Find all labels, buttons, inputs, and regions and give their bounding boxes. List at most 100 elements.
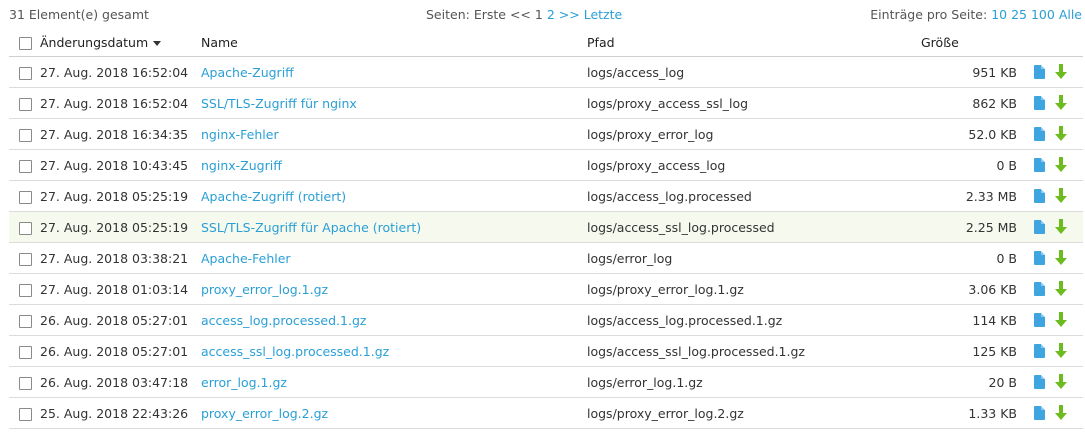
- row-checkbox[interactable]: [19, 128, 32, 142]
- row-checkbox[interactable]: [19, 66, 32, 80]
- row-size: 2.33 MB: [921, 180, 1030, 212]
- file-icon[interactable]: [1034, 406, 1045, 421]
- row-date: 25. Aug. 2018 22:43:26: [40, 397, 201, 429]
- file-icon[interactable]: [1034, 127, 1045, 142]
- log-files-table: Änderungsdatum Name Pfad Größe 27. Aug. …: [9, 29, 1083, 429]
- table-header-row: Änderungsdatum Name Pfad Größe: [9, 29, 1083, 57]
- row-name-link[interactable]: Apache-Zugriff: [201, 65, 294, 80]
- row-size: 862 KB: [921, 87, 1030, 119]
- download-arrow-icon[interactable]: [1055, 250, 1067, 266]
- row-size: 125 KB: [921, 335, 1030, 367]
- row-path: logs/proxy_error_log.2.gz: [587, 397, 921, 429]
- row-name-link[interactable]: nginx-Fehler: [201, 127, 279, 142]
- download-arrow-icon[interactable]: [1055, 157, 1067, 173]
- download-arrow-icon[interactable]: [1055, 405, 1067, 421]
- row-date: 27. Aug. 2018 01:03:14: [40, 273, 201, 305]
- download-arrow-icon[interactable]: [1055, 281, 1067, 297]
- row-checkbox[interactable]: [19, 345, 32, 359]
- row-date: 27. Aug. 2018 03:38:21: [40, 242, 201, 274]
- file-icon[interactable]: [1034, 158, 1045, 173]
- row-checkbox[interactable]: [19, 252, 32, 266]
- row-date: 27. Aug. 2018 05:25:19: [40, 211, 201, 243]
- row-path: logs/proxy_error_log.1.gz: [587, 273, 921, 305]
- pagination-label: Seiten:: [426, 7, 470, 22]
- download-arrow-icon[interactable]: [1055, 374, 1067, 390]
- table-row: 27. Aug. 2018 10:43:45 nginx-Zugriff logs/…: [9, 149, 1083, 181]
- row-size: 0 B: [921, 149, 1030, 181]
- column-header-name[interactable]: Name: [201, 29, 587, 57]
- file-icon[interactable]: [1034, 65, 1045, 80]
- column-header-date[interactable]: Änderungsdatum: [40, 29, 201, 57]
- row-name-link[interactable]: proxy_error_log.2.gz: [201, 406, 328, 421]
- row-checkbox[interactable]: [19, 376, 32, 390]
- row-name-link[interactable]: nginx-Zugriff: [201, 158, 282, 173]
- page-2-link[interactable]: 2: [547, 7, 555, 22]
- select-all-checkbox[interactable]: [19, 37, 32, 50]
- file-icon[interactable]: [1034, 96, 1045, 111]
- list-toolbar: 31 Element(e) gesamt Seiten: Erste << 1 …: [0, 0, 1085, 28]
- row-name-link[interactable]: access_log.processed.1.gz: [201, 313, 366, 328]
- page-next-link[interactable]: >>: [559, 7, 580, 22]
- row-size: 2.25 MB: [921, 211, 1030, 243]
- row-date: 27. Aug. 2018 16:34:35: [40, 118, 201, 150]
- row-checkbox[interactable]: [19, 314, 32, 328]
- page-prev: <<: [509, 7, 531, 22]
- row-name-link[interactable]: Apache-Zugriff (rotiert): [201, 189, 346, 204]
- row-name-link[interactable]: proxy_error_log.1.gz: [201, 282, 328, 297]
- download-arrow-icon[interactable]: [1055, 219, 1067, 235]
- row-checkbox[interactable]: [19, 159, 32, 173]
- row-date: 27. Aug. 2018 16:52:04: [40, 87, 201, 119]
- row-name-link[interactable]: Apache-Fehler: [201, 251, 291, 266]
- table-row: 27. Aug. 2018 16:34:35 nginx-Fehler logs/p…: [9, 118, 1083, 150]
- file-icon[interactable]: [1034, 313, 1045, 328]
- sort-desc-icon: [153, 41, 162, 46]
- row-checkbox[interactable]: [19, 97, 32, 111]
- download-arrow-icon[interactable]: [1055, 188, 1067, 204]
- table-row: 27. Aug. 2018 03:38:21 Apache-Fehler logs/…: [9, 242, 1083, 274]
- file-icon[interactable]: [1034, 282, 1045, 297]
- file-icon[interactable]: [1034, 375, 1045, 390]
- row-size: 20 B: [921, 366, 1030, 398]
- download-arrow-icon[interactable]: [1055, 95, 1067, 111]
- entries-per-page: Einträge pro Seite: 10 25 100 Alle: [870, 7, 1082, 22]
- file-icon[interactable]: [1034, 251, 1045, 266]
- row-size: 1.33 KB: [921, 397, 1030, 429]
- row-path: logs/proxy_access_ssl_log: [587, 87, 921, 119]
- column-header-size[interactable]: Größe: [921, 29, 1030, 57]
- per-page-all[interactable]: Alle: [1059, 7, 1082, 22]
- row-name-link[interactable]: error_log.1.gz: [201, 375, 287, 390]
- table-row: 27. Aug. 2018 16:52:04 Apache-Zugriff logs…: [9, 56, 1083, 88]
- table-row: 25. Aug. 2018 22:43:26 proxy_error_log.2.…: [9, 397, 1083, 429]
- item-count: 31 Element(e) gesamt: [9, 7, 149, 22]
- per-page-10[interactable]: 10: [991, 7, 1007, 22]
- page-last-link[interactable]: Letzte: [584, 7, 623, 22]
- row-date: 26. Aug. 2018 05:27:01: [40, 335, 201, 367]
- pagination: Seiten: Erste << 1 2 >> Letzte: [426, 7, 622, 22]
- row-checkbox[interactable]: [19, 283, 32, 297]
- file-icon[interactable]: [1034, 220, 1045, 235]
- row-date: 26. Aug. 2018 03:47:18: [40, 366, 201, 398]
- row-checkbox[interactable]: [19, 407, 32, 421]
- row-checkbox[interactable]: [19, 190, 32, 204]
- row-name-link[interactable]: SSL/TLS-Zugriff für nginx: [201, 96, 357, 111]
- row-name-link[interactable]: SSL/TLS-Zugriff für Apache (rotiert): [201, 220, 421, 235]
- row-path: logs/proxy_error_log: [587, 118, 921, 150]
- row-path: logs/access_ssl_log.processed: [587, 211, 921, 243]
- row-size: 3.06 KB: [921, 273, 1030, 305]
- download-arrow-icon[interactable]: [1055, 126, 1067, 142]
- column-header-path[interactable]: Pfad: [587, 29, 921, 57]
- file-icon[interactable]: [1034, 189, 1045, 204]
- download-arrow-icon[interactable]: [1055, 312, 1067, 328]
- download-arrow-icon[interactable]: [1055, 64, 1067, 80]
- table-row: 26. Aug. 2018 03:47:18 error_log.1.gz logs…: [9, 366, 1083, 398]
- row-name-link[interactable]: access_ssl_log.processed.1.gz: [201, 344, 389, 359]
- row-path: logs/access_ssl_log.processed.1.gz: [587, 335, 921, 367]
- row-path: logs/access_log.processed.1.gz: [587, 304, 921, 336]
- row-size: 951 KB: [921, 56, 1030, 88]
- row-checkbox[interactable]: [19, 221, 32, 235]
- per-page-25[interactable]: 25: [1011, 7, 1027, 22]
- download-arrow-icon[interactable]: [1055, 343, 1067, 359]
- file-icon[interactable]: [1034, 344, 1045, 359]
- table-row: 26. Aug. 2018 05:27:01 access_ssl_log.pro…: [9, 335, 1083, 367]
- per-page-100[interactable]: 100: [1031, 7, 1055, 22]
